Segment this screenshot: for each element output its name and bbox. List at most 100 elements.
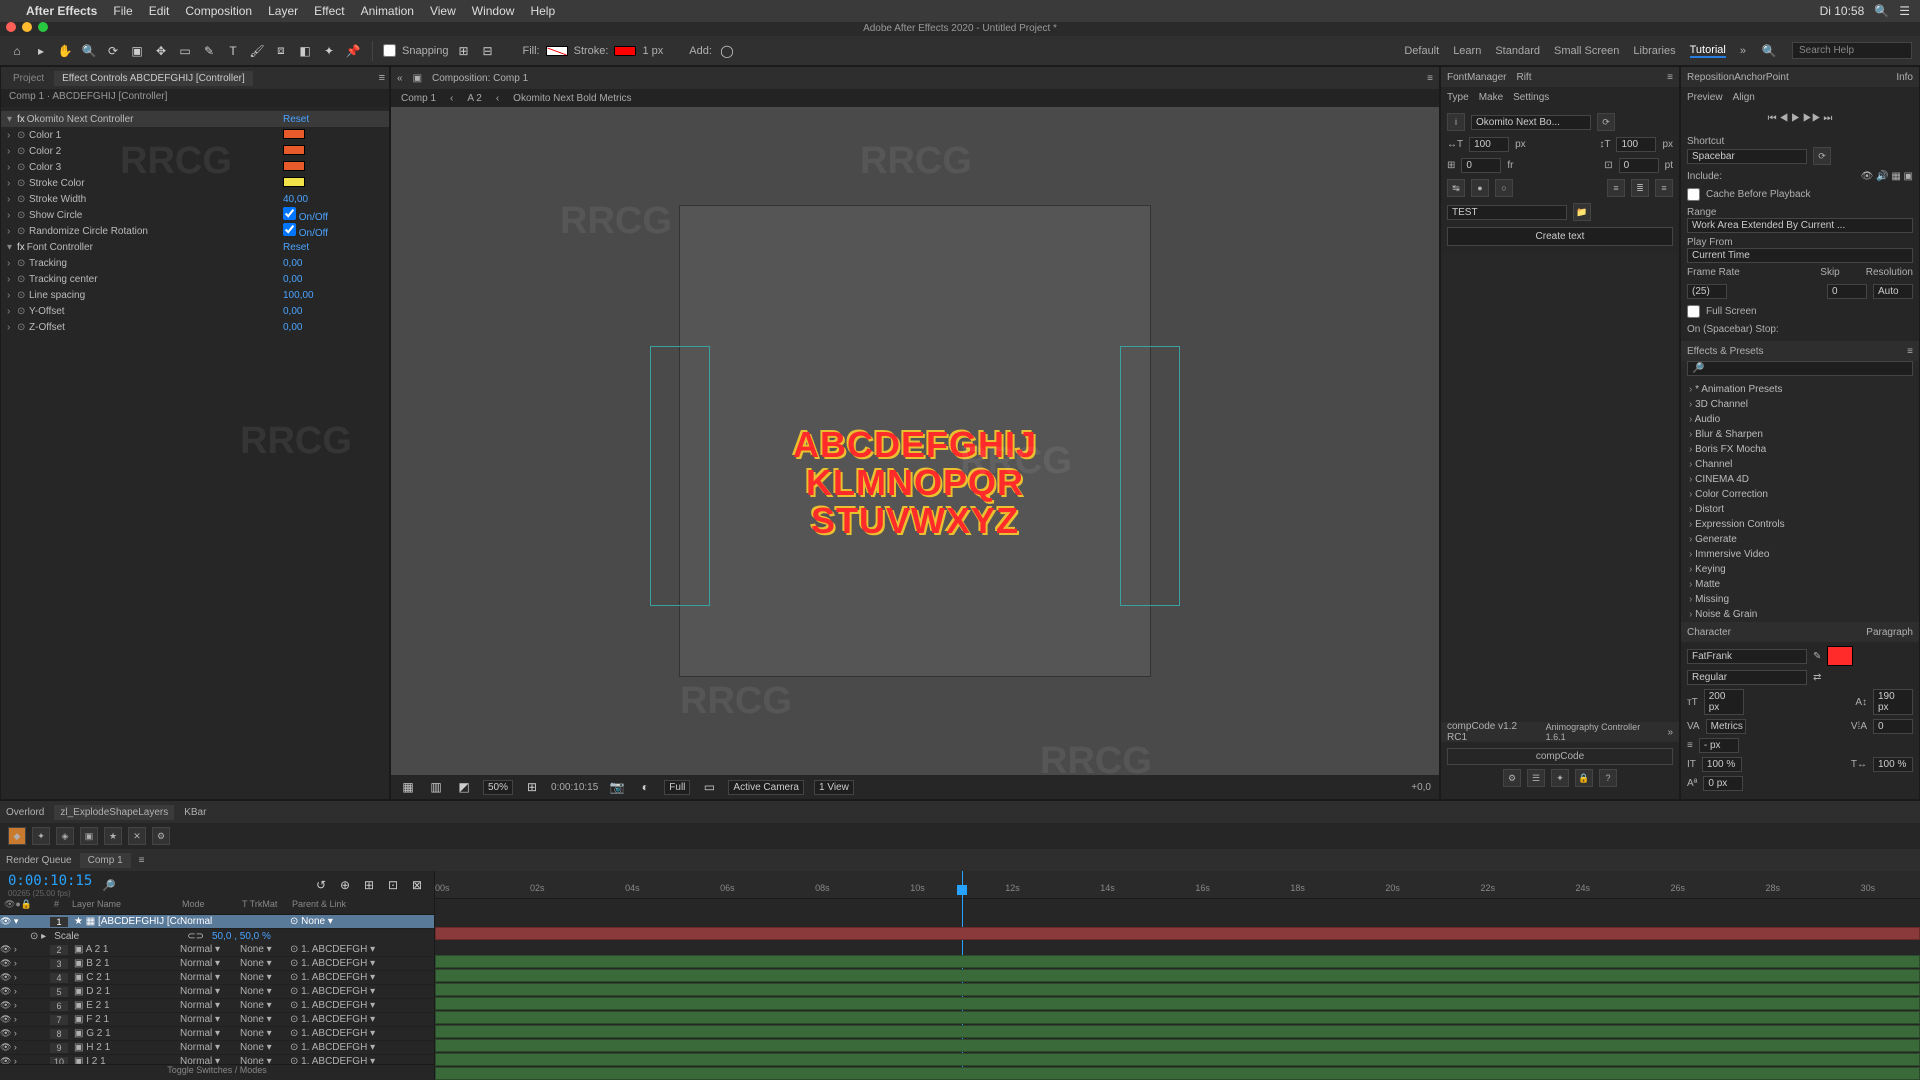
kbar-btn1-icon[interactable]: ◆: [8, 827, 26, 845]
opt3-icon[interactable]: ○: [1495, 179, 1513, 197]
subtab-align[interactable]: Align: [1733, 92, 1755, 103]
close-icon[interactable]: [6, 22, 16, 32]
ep-item[interactable]: Missing: [1681, 592, 1919, 607]
cc-btn1-icon[interactable]: ⚙: [1503, 769, 1521, 787]
effect-group-2[interactable]: Font Controller: [25, 242, 283, 253]
selection-tool-icon[interactable]: ▸: [32, 42, 50, 60]
resolution-select[interactable]: Auto: [1873, 284, 1913, 299]
search-timeline-icon[interactable]: 🔎: [102, 879, 116, 892]
reset-link-2[interactable]: Reset: [283, 242, 383, 253]
anchor-tool-icon[interactable]: ✥: [152, 42, 170, 60]
menu-edit[interactable]: Edit: [149, 4, 170, 18]
kbar-star-icon[interactable]: ★: [104, 827, 122, 845]
eraser-tool-icon[interactable]: ◧: [296, 42, 314, 60]
prop-value[interactable]: 0,00: [283, 258, 383, 269]
effect-prop[interactable]: Z-Offset: [27, 322, 283, 333]
tracking-input[interactable]: 0: [1873, 719, 1913, 734]
tab-composition[interactable]: Composition: Comp 1: [432, 73, 528, 84]
home-icon[interactable]: ⌂: [8, 42, 26, 60]
menu-window[interactable]: Window: [472, 4, 515, 18]
stroke-width[interactable]: 1 px: [642, 45, 663, 57]
tab-fontmanager[interactable]: FontManager: [1447, 72, 1506, 83]
cc-btn2-icon[interactable]: ☰: [1527, 769, 1545, 787]
crumb-a2[interactable]: A 2: [467, 93, 481, 104]
color-swatch[interactable]: [283, 161, 305, 171]
playback-play-icon[interactable]: ▶: [1791, 113, 1800, 124]
layer-bar[interactable]: [435, 1067, 1920, 1080]
effect-prop[interactable]: Color 1: [27, 130, 283, 141]
effect-prop[interactable]: Color 2: [27, 146, 283, 157]
layer-row[interactable]: 👁 ›10▣ I 2 1Normal ▾None ▾⊙ 1. ABCDEFGH …: [0, 1055, 434, 1064]
minimize-icon[interactable]: [22, 22, 32, 32]
tab-effect-controls[interactable]: Effect Controls ABCDEFGHIJ [Controller]: [54, 71, 253, 86]
timeline-timecode[interactable]: 0:00:10:15: [8, 873, 92, 889]
effect-prop[interactable]: Stroke Color: [27, 178, 283, 189]
subtab-settings[interactable]: Settings: [1513, 92, 1549, 103]
shortcut-select[interactable]: Spacebar: [1687, 149, 1807, 164]
layer-bar[interactable]: [435, 1011, 1920, 1024]
subtab-type[interactable]: Type: [1447, 92, 1469, 103]
tab-info[interactable]: Info: [1896, 72, 1913, 83]
playback-prev-icon[interactable]: ◀: [1779, 113, 1788, 124]
layer-bar[interactable]: [435, 997, 1920, 1010]
menu-layer[interactable]: Layer: [268, 4, 298, 18]
swap-color-icon[interactable]: ⇄: [1813, 672, 1821, 683]
layer-row[interactable]: 👁 ›7▣ F 2 1Normal ▾None ▾⊙ 1. ABCDEFGH ▾: [0, 1013, 434, 1027]
kbar-btn4-icon[interactable]: ▣: [80, 827, 98, 845]
crumb-comp[interactable]: Comp 1: [401, 93, 436, 104]
color-swatch[interactable]: [283, 145, 305, 155]
search-icon[interactable]: 🔍: [1760, 42, 1778, 60]
height-input[interactable]: 100: [1616, 137, 1656, 152]
width-input[interactable]: 100: [1469, 137, 1509, 152]
panel-menu-icon[interactable]: ≡: [139, 855, 145, 866]
effect-prop[interactable]: Show Circle: [27, 210, 283, 221]
workspace-overflow-icon[interactable]: »: [1740, 45, 1746, 57]
vscale-input[interactable]: 100 %: [1702, 757, 1742, 772]
effect-prop[interactable]: Randomize Circle Rotation: [27, 226, 283, 237]
include-icons[interactable]: 👁 🔊 ▦ ▣: [1861, 171, 1913, 182]
cc-btn5-icon[interactable]: ?: [1599, 769, 1617, 787]
ep-item[interactable]: * Animation Presets: [1681, 382, 1919, 397]
channel-icon[interactable]: ◐: [636, 778, 654, 796]
exposure-label[interactable]: +0,0: [1411, 782, 1431, 793]
tab-animography[interactable]: Animography Controller 1.6.1: [1546, 722, 1658, 742]
color-swatch[interactable]: [283, 129, 305, 139]
tab-character[interactable]: Character: [1687, 627, 1731, 638]
pen-tool-icon[interactable]: ✎: [200, 42, 218, 60]
ep-item[interactable]: Blur & Sharpen: [1681, 427, 1919, 442]
add-menu-icon[interactable]: ◯: [718, 42, 736, 60]
cc-btn3-icon[interactable]: ✦: [1551, 769, 1569, 787]
layer-row[interactable]: 👁 ›9▣ H 2 1Normal ▾None ▾⊙ 1. ABCDEFGH ▾: [0, 1041, 434, 1055]
rotate-tool-icon[interactable]: ⟳: [104, 42, 122, 60]
playback-next-icon[interactable]: ▶▶: [1803, 113, 1821, 124]
zoom-tool-icon[interactable]: 🔍: [80, 42, 98, 60]
shape-tool-icon[interactable]: ▭: [176, 42, 194, 60]
snapping-checkbox[interactable]: [383, 44, 396, 57]
menu-help[interactable]: Help: [530, 4, 555, 18]
stroke-input[interactable]: - px: [1699, 738, 1739, 753]
ep-item[interactable]: Distort: [1681, 502, 1919, 517]
panel-menu-icon[interactable]: ≡: [1427, 73, 1433, 84]
effect-group-1[interactable]: Okomito Next Controller: [25, 114, 283, 125]
layer-row[interactable]: 👁 ›3▣ B 2 1Normal ▾None ▾⊙ 1. ABCDEFGH ▾: [0, 957, 434, 971]
menu-view[interactable]: View: [430, 4, 456, 18]
views-select[interactable]: 1 View: [814, 780, 854, 795]
align-right-icon[interactable]: ≡: [1655, 179, 1673, 197]
layer-bar[interactable]: [435, 969, 1920, 982]
panel-menu-icon[interactable]: ≡: [1667, 72, 1673, 83]
refresh-icon[interactable]: ⟳: [1597, 113, 1615, 131]
tab-project[interactable]: Project: [5, 71, 52, 86]
kbar-btn2-icon[interactable]: ✦: [32, 827, 50, 845]
layer-row[interactable]: 👁 ›8▣ G 2 1Normal ▾None ▾⊙ 1. ABCDEFGH ▾: [0, 1027, 434, 1041]
playfrom-select[interactable]: Current Time: [1687, 248, 1913, 263]
brush-tool-icon[interactable]: 🖌: [248, 42, 266, 60]
snap-opt-icon[interactable]: ⊞: [455, 42, 473, 60]
param-a-input[interactable]: 0: [1461, 158, 1501, 173]
create-text-button[interactable]: Create text: [1447, 227, 1673, 246]
char-font-select[interactable]: FatFrank: [1687, 649, 1807, 664]
framerate-select[interactable]: (25): [1687, 284, 1727, 299]
ep-item[interactable]: Keying: [1681, 562, 1919, 577]
metrics-select[interactable]: Metrics: [1706, 719, 1746, 734]
layer-bar[interactable]: [435, 1039, 1920, 1052]
app-name[interactable]: After Effects: [26, 4, 97, 18]
